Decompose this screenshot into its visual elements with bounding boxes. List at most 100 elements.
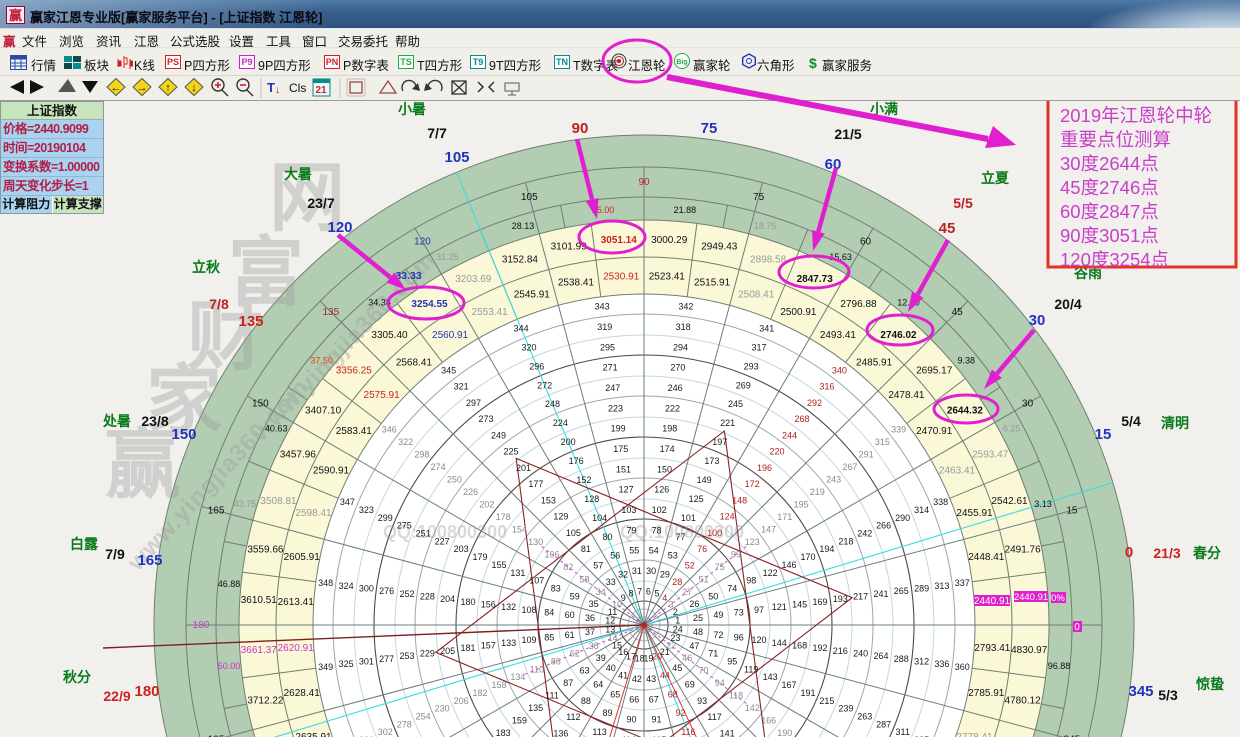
svg-text:2568.41: 2568.41 [396,358,433,369]
svg-text:312: 312 [914,657,929,667]
svg-text:↓: ↓ [191,82,197,94]
svg-text:221: 221 [720,418,735,428]
svg-text:321: 321 [454,382,469,392]
svg-text:120: 120 [327,219,352,236]
svg-text:95: 95 [727,657,737,667]
svg-text:223: 223 [608,403,623,413]
svg-text:28: 28 [672,577,682,587]
svg-text:250: 250 [447,475,462,485]
svg-text:132: 132 [501,602,516,612]
svg-text:135: 135 [238,313,263,330]
svg-text:90度3051点: 90度3051点 [1060,225,1159,246]
svg-text:44: 44 [660,670,670,680]
svg-text:151: 151 [616,464,631,474]
svg-text:21: 21 [315,85,327,96]
svg-text:↑: ↑ [165,82,171,94]
svg-text:338: 338 [933,497,948,507]
svg-text:36: 36 [585,613,595,623]
svg-text:291: 291 [859,450,874,460]
svg-text:7/8: 7/8 [209,296,229,312]
svg-text:245: 245 [728,399,743,409]
svg-text:105: 105 [444,149,469,166]
svg-text:345: 345 [1128,683,1153,700]
svg-text:2491.76: 2491.76 [1005,545,1042,556]
svg-text:88: 88 [581,696,591,706]
svg-text:72: 72 [713,630,723,640]
svg-text:289: 289 [914,584,929,594]
svg-text:340: 340 [832,365,847,375]
svg-text:T: T [267,80,275,95]
svg-text:297: 297 [466,398,481,408]
svg-text:2796.88: 2796.88 [840,299,877,310]
svg-text:2560.91: 2560.91 [432,330,469,341]
svg-text:242: 242 [857,529,872,539]
svg-text:90: 90 [638,177,650,188]
svg-text:2545.91: 2545.91 [514,290,551,301]
svg-text:131: 131 [510,568,525,578]
svg-text:60: 60 [860,236,872,247]
svg-text:343: 343 [595,302,610,312]
svg-text:3051.14: 3051.14 [601,235,638,246]
svg-text:42: 42 [632,674,642,684]
svg-text:226: 226 [463,487,478,497]
svg-text:230: 230 [435,704,450,714]
svg-text:347: 347 [340,497,355,507]
svg-text:324: 324 [339,581,354,591]
svg-text:2847.73: 2847.73 [797,274,834,285]
svg-text:23/8: 23/8 [141,413,168,429]
svg-text:224: 224 [553,418,568,428]
svg-text:337: 337 [955,578,970,588]
svg-text:225: 225 [503,447,518,457]
svg-text:2628.41: 2628.41 [284,688,321,699]
svg-text:101: 101 [681,513,696,523]
svg-text:192: 192 [812,643,827,653]
svg-text:269: 269 [736,380,751,390]
svg-text:155: 155 [491,560,506,570]
svg-text:26: 26 [689,599,699,609]
svg-text:2455.91: 2455.91 [956,508,993,519]
svg-text:346: 346 [382,425,397,435]
svg-text:317: 317 [751,342,766,352]
svg-text:76: 76 [697,544,707,554]
svg-text:345: 345 [441,365,456,375]
svg-text:322: 322 [398,437,413,447]
svg-text:177: 177 [528,479,543,489]
svg-text:90: 90 [626,715,636,725]
svg-text:2493.41: 2493.41 [820,330,857,341]
svg-text:3712.22: 3712.22 [247,695,284,706]
svg-text:2448.41: 2448.41 [968,552,1005,563]
svg-text:220: 220 [769,447,784,457]
svg-text:127: 127 [619,485,634,495]
svg-text:293: 293 [744,361,759,371]
svg-text:5/5: 5/5 [953,195,973,211]
svg-text:2785.91: 2785.91 [968,688,1005,699]
svg-text:219: 219 [810,487,825,497]
svg-text:122: 122 [763,568,778,578]
svg-text:2949.43: 2949.43 [701,241,738,252]
svg-text:318: 318 [676,322,691,332]
svg-text:2583.41: 2583.41 [336,426,373,437]
svg-text:274: 274 [431,462,446,472]
svg-text:246: 246 [668,383,683,393]
svg-text:2463.41: 2463.41 [939,466,976,477]
svg-text:202: 202 [479,500,494,510]
svg-text:217: 217 [853,592,868,602]
svg-text:168: 168 [792,641,807,651]
svg-text:251: 251 [416,529,431,539]
svg-text:109: 109 [521,635,536,645]
svg-text:229: 229 [420,649,435,659]
svg-text:3000.29: 3000.29 [651,235,688,246]
svg-text:196: 196 [757,463,772,473]
svg-text:48: 48 [693,627,703,637]
svg-text:51: 51 [698,574,708,584]
svg-text:267: 267 [842,462,857,472]
svg-text:349: 349 [318,662,333,672]
svg-text:32: 32 [618,570,628,580]
svg-text:50.00: 50.00 [218,661,241,671]
svg-text:266: 266 [876,521,891,531]
svg-text:159: 159 [512,716,527,726]
svg-text:45: 45 [672,663,682,673]
svg-text:23/7: 23/7 [307,195,334,211]
svg-text:33: 33 [606,577,616,587]
svg-text:2605.91: 2605.91 [284,552,321,563]
